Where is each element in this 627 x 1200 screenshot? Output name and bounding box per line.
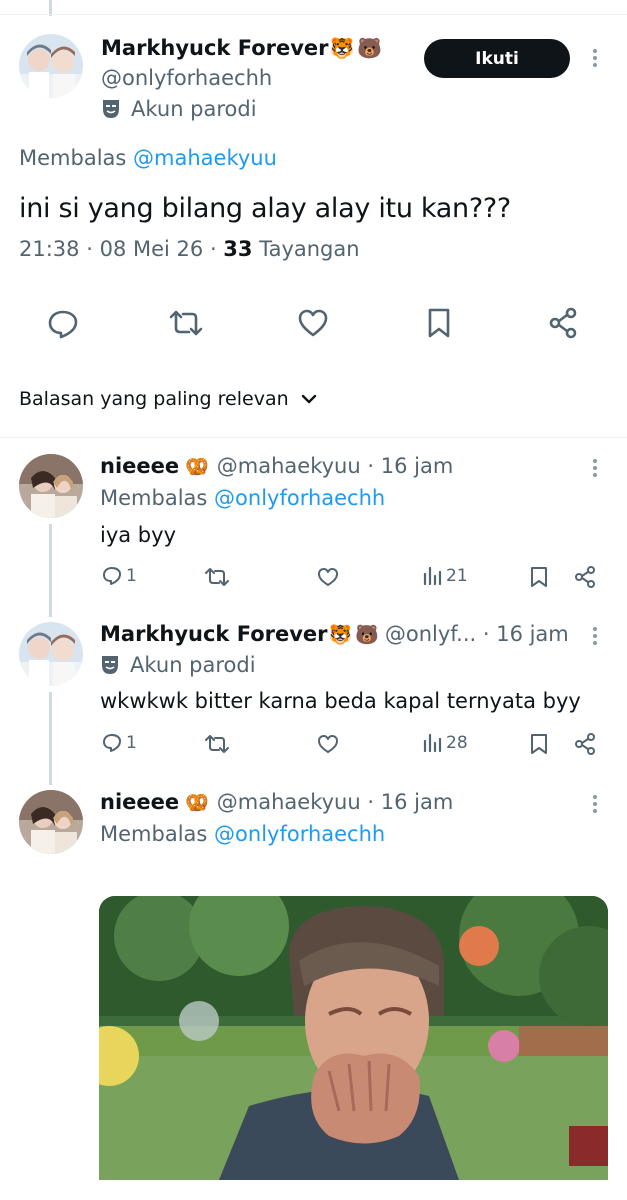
- reply1-views: 21: [446, 566, 468, 586]
- reply2-display-name[interactable]: Markhyuck Forever: [100, 622, 328, 646]
- reply2-parody-label: Akun parodi: [130, 653, 256, 677]
- reply1-reply-to-link[interactable]: @onlyforhaechh: [214, 486, 385, 510]
- reply2-time[interactable]: 16 jam: [496, 622, 569, 646]
- reply3-gif-media[interactable]: [99, 896, 608, 1180]
- reply-sort-label[interactable]: Balasan yang paling relevan: [19, 388, 289, 410]
- pretzel-emoji: 🥨: [185, 455, 209, 478]
- main-reply-context: Membalas @mahaekyuu: [19, 146, 277, 170]
- reply1-thread-connector: [49, 524, 52, 617]
- parody-mask-icon: [100, 654, 120, 676]
- parody-mask-icon: [101, 98, 121, 120]
- reply1-bookmark-icon[interactable]: [530, 566, 548, 588]
- reply-icon[interactable]: [102, 566, 122, 586]
- main-time[interactable]: 21:38: [19, 237, 80, 261]
- chevron-down-icon[interactable]: [301, 394, 317, 405]
- reply3-avatar[interactable]: [19, 790, 83, 854]
- reply1-more-icon[interactable]: [583, 456, 607, 480]
- reply3-reply-prefix: Membalas: [100, 822, 208, 846]
- main-bookmark-icon[interactable]: [426, 307, 452, 339]
- reply3-reply-to-link[interactable]: @onlyforhaechh: [214, 822, 385, 846]
- reply1-display-name[interactable]: nieeee: [100, 454, 179, 478]
- main-avatar[interactable]: [19, 34, 83, 98]
- main-handle[interactable]: @onlyforhaechh: [101, 66, 272, 90]
- main-views-count: 33: [223, 237, 253, 261]
- reply2-reply-action[interactable]: 1: [102, 733, 137, 753]
- tiger-emoji: 🐯: [328, 623, 353, 646]
- main-share-icon[interactable]: [548, 307, 578, 339]
- reply1-time[interactable]: 16 jam: [381, 454, 454, 478]
- reply1-reply-action[interactable]: 1: [102, 566, 137, 586]
- reply3-handle[interactable]: @mahaekyuu: [217, 790, 361, 814]
- reply1-reply-context: Membalas @onlyforhaechh: [100, 486, 385, 510]
- main-date[interactable]: 08 Mei 26: [100, 237, 204, 261]
- main-reply-to-link[interactable]: @mahaekyuu: [133, 146, 277, 170]
- reply1-views-action[interactable]: 21: [422, 566, 468, 586]
- reply1-handle[interactable]: @mahaekyuu: [217, 454, 361, 478]
- main-reply-icon[interactable]: [47, 309, 79, 339]
- reply1-avatar[interactable]: [19, 454, 83, 518]
- reply3-time[interactable]: 16 jam: [381, 790, 454, 814]
- main-repost-icon[interactable]: [169, 308, 203, 338]
- reply3-display-name[interactable]: nieeee: [100, 790, 179, 814]
- views-icon: [422, 733, 442, 753]
- main-reply-prefix: Membalas: [19, 146, 127, 170]
- reply1-like-icon[interactable]: [317, 567, 339, 587]
- main-views-label: Tayangan: [259, 237, 360, 261]
- main-tweet-meta: 21:38 · 08 Mei 26 · 33 Tayangan: [19, 237, 360, 261]
- main-like-icon[interactable]: [297, 308, 329, 338]
- reply2-reply-count: 1: [126, 733, 137, 753]
- main-author-name[interactable]: Markhyuck Forever 🐯 🐻: [101, 36, 382, 60]
- reply2-share-icon[interactable]: [574, 733, 596, 755]
- reply-icon[interactable]: [102, 733, 122, 753]
- main-parody-badge: Akun parodi: [101, 97, 257, 121]
- reply1-share-icon[interactable]: [574, 566, 596, 588]
- reply2-repost-icon[interactable]: [205, 734, 229, 754]
- reply2-text: wkwkwk bitter karna beda kapal ternyata …: [100, 689, 581, 713]
- main-tweet-text: ini si yang bilang alay alay itu kan???: [19, 193, 511, 224]
- pretzel-emoji: 🥨: [185, 791, 209, 814]
- reply1-header: nieeee 🥨 @mahaekyuu · 16 jam: [100, 454, 454, 478]
- reply3-more-icon[interactable]: [583, 792, 607, 816]
- reply-sort-selector[interactable]: Balasan yang paling relevan: [19, 388, 317, 410]
- top-divider: [0, 14, 627, 15]
- reply1-text: iya byy: [100, 523, 176, 547]
- reply2-parody-badge: Akun parodi: [100, 653, 256, 677]
- reply1-reply-prefix: Membalas: [100, 486, 208, 510]
- reply2-views: 28: [446, 733, 468, 753]
- reply2-more-icon[interactable]: [583, 624, 607, 648]
- reply2-like-icon[interactable]: [317, 734, 339, 754]
- bear-emoji: 🐻: [357, 36, 383, 60]
- reply2-handle[interactable]: @onlyf...: [385, 622, 476, 646]
- reply2-header: Markhyuck Forever 🐯 🐻 @onlyf... · 16 jam: [100, 622, 569, 646]
- bear-emoji: 🐻: [355, 623, 379, 646]
- views-icon: [422, 566, 442, 586]
- reply2-views-action[interactable]: 28: [422, 733, 468, 753]
- follow-button[interactable]: Ikuti: [424, 39, 570, 78]
- main-parody-label: Akun parodi: [131, 97, 257, 121]
- reply1-reply-count: 1: [126, 566, 137, 586]
- reply3-header: nieeee 🥨 @mahaekyuu · 16 jam: [100, 790, 454, 814]
- reply2-bookmark-icon[interactable]: [530, 733, 548, 755]
- sort-divider: [0, 437, 627, 438]
- reply2-avatar[interactable]: [19, 622, 83, 686]
- tiger-emoji: 🐯: [329, 36, 355, 60]
- main-display-name[interactable]: Markhyuck Forever: [101, 36, 329, 60]
- reply1-repost-icon[interactable]: [205, 567, 229, 587]
- reply3-reply-context: Membalas @onlyforhaechh: [100, 822, 385, 846]
- main-more-icon[interactable]: [583, 46, 607, 70]
- reply2-thread-connector: [49, 692, 52, 785]
